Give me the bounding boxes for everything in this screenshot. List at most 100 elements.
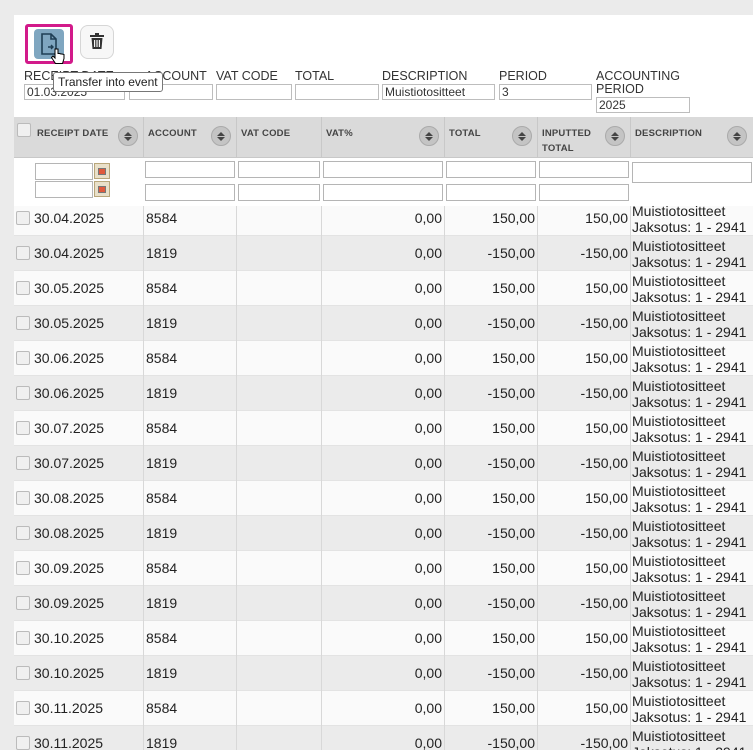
cell-vat: 0,00 — [322, 586, 445, 621]
sort-icon[interactable] — [118, 126, 138, 146]
delete-button[interactable] — [80, 25, 114, 59]
col-vat-pct[interactable]: VAT% — [322, 117, 445, 158]
date-from-filter[interactable] — [35, 163, 93, 180]
row-checkbox[interactable] — [16, 456, 30, 470]
row-checkbox[interactable] — [16, 526, 30, 540]
cell-vat: 0,00 — [322, 726, 445, 750]
table-row[interactable]: 30.06.2025 8584 0,00 150,00 150,00 Muistiotos… — [14, 341, 753, 376]
period-field[interactable]: 3 — [499, 84, 592, 100]
cell-vat-code — [237, 621, 322, 656]
col-receipt-date-label: RECEIPT DATE — [37, 128, 109, 139]
inputted-total-filter-from[interactable] — [539, 161, 629, 178]
sort-icon[interactable] — [512, 126, 532, 146]
description-line-1: Muistiotositteet — [632, 206, 726, 219]
description-line-2: Jaksotus: 1 - 2941 — [632, 709, 747, 725]
col-receipt-date[interactable]: RECEIPT DATE — [33, 117, 144, 158]
select-all-checkbox[interactable] — [17, 123, 31, 137]
description-line-1: Muistiotositteet — [632, 308, 726, 324]
vat-code-field[interactable] — [216, 84, 292, 100]
sort-icon[interactable] — [419, 126, 439, 146]
table-row[interactable]: 30.07.2025 1819 0,00 -150,00 -150,00 Muistiot… — [14, 446, 753, 481]
cell-vat-code — [237, 586, 322, 621]
col-total-label: TOTAL — [449, 128, 481, 139]
cell-total: 150,00 — [445, 621, 538, 656]
cell-total: -150,00 — [445, 586, 538, 621]
transfer-into-event-button[interactable] — [25, 24, 73, 64]
date-to-filter[interactable] — [35, 181, 93, 198]
cell-date: 30.11.2025 — [33, 726, 144, 750]
table-row[interactable]: 30.05.2025 1819 0,00 -150,00 -150,00 Muistiot… — [14, 306, 753, 341]
calendar-icon[interactable] — [94, 181, 110, 197]
cell-date: 30.07.2025 — [33, 446, 144, 481]
cell-inputted: 150,00 — [538, 411, 631, 446]
row-checkbox[interactable] — [16, 596, 30, 610]
row-checkbox[interactable] — [16, 421, 30, 435]
table-row[interactable]: 30.10.2025 8584 0,00 150,00 150,00 Muistiotos… — [14, 621, 753, 656]
cell-date: 30.05.2025 — [33, 271, 144, 306]
table-row[interactable]: 30.06.2025 1819 0,00 -150,00 -150,00 Muistiot… — [14, 376, 753, 411]
account-filter-to[interactable] — [145, 184, 235, 201]
total-filter-from[interactable] — [446, 161, 536, 178]
table-row[interactable]: 30.08.2025 8584 0,00 150,00 150,00 Muistiotos… — [14, 481, 753, 516]
row-checkbox[interactable] — [16, 351, 30, 365]
table-row[interactable]: 30.05.2025 8584 0,00 150,00 150,00 Muistiotos… — [14, 271, 753, 306]
cell-account: 1819 — [144, 306, 237, 341]
row-checkbox[interactable] — [16, 211, 30, 225]
description-line-2: Jaksotus: 1 - 2941 — [632, 464, 747, 480]
row-checkbox[interactable] — [16, 666, 30, 680]
sort-icon[interactable] — [605, 126, 625, 146]
inputted-total-filter-to[interactable] — [539, 184, 629, 201]
row-checkbox[interactable] — [16, 246, 30, 260]
table-row[interactable]: 30.11.2025 8584 0,00 150,00 150,00 Muistiotos… — [14, 691, 753, 726]
cell-vat: 0,00 — [322, 551, 445, 586]
col-total[interactable]: TOTAL — [445, 117, 538, 158]
description-label: DESCRIPTION — [382, 69, 468, 83]
cell-total: 150,00 — [445, 481, 538, 516]
table-row[interactable]: 30.04.2025 1819 0,00 -150,00 -150,00 Muistiot… — [14, 236, 753, 271]
row-checkbox[interactable] — [16, 736, 30, 750]
description-line-1: Muistiotositteet — [632, 728, 726, 744]
cell-description: MuistiotositteetJaksotus: 1 - 2941 — [632, 726, 753, 750]
row-checkbox[interactable] — [16, 386, 30, 400]
account-filter-from[interactable] — [145, 161, 235, 178]
row-checkbox[interactable] — [16, 316, 30, 330]
table-row[interactable]: 30.10.2025 1819 0,00 -150,00 -150,00 Muistiot… — [14, 656, 753, 691]
cell-vat-code — [237, 376, 322, 411]
table-row[interactable]: 30.04.2025 8584 0,00 150,00 150,00 Muistiotos… — [14, 206, 753, 236]
total-field[interactable] — [295, 84, 379, 100]
total-filter-to[interactable] — [446, 184, 536, 201]
cell-total: -150,00 — [445, 376, 538, 411]
cell-account: 1819 — [144, 586, 237, 621]
description-filter[interactable] — [632, 162, 752, 183]
cell-description: MuistiotositteetJaksotus: 1 - 2941 — [632, 586, 753, 621]
col-account[interactable]: ACCOUNT — [144, 117, 237, 158]
vat-pct-filter-from[interactable] — [323, 161, 443, 178]
sort-icon[interactable] — [211, 126, 231, 146]
vat-pct-filter-to[interactable] — [323, 184, 443, 201]
table-row[interactable]: 30.11.2025 1819 0,00 -150,00 -150,00 Muistiot… — [14, 726, 753, 750]
description-field[interactable]: Muistiotositteet — [382, 84, 495, 100]
description-line-2: Jaksotus: 1 - 2941 — [632, 394, 747, 410]
vat-code-filter-to[interactable] — [238, 184, 320, 201]
accounting-period-field[interactable]: 2025 — [596, 97, 690, 113]
col-vat-code[interactable]: VAT CODE — [237, 117, 322, 158]
row-checkbox[interactable] — [16, 631, 30, 645]
row-checkbox[interactable] — [16, 701, 30, 715]
row-checkbox[interactable] — [16, 561, 30, 575]
col-description[interactable]: DESCRIPTION — [631, 117, 753, 158]
transfer-tooltip: Transfer into event — [53, 72, 163, 92]
row-checkbox[interactable] — [16, 491, 30, 505]
table-row[interactable]: 30.08.2025 1819 0,00 -150,00 -150,00 Muistiot… — [14, 516, 753, 551]
calendar-icon[interactable] — [94, 163, 110, 179]
table-row[interactable]: 30.07.2025 8584 0,00 150,00 150,00 Muistiotos… — [14, 411, 753, 446]
vat-code-filter-from[interactable] — [238, 161, 320, 178]
cell-vat: 0,00 — [322, 446, 445, 481]
table-row[interactable]: 30.09.2025 1819 0,00 -150,00 -150,00 Muistiot… — [14, 586, 753, 621]
cell-vat-code — [237, 691, 322, 726]
table-row[interactable]: 30.09.2025 8584 0,00 150,00 150,00 Muistiotos… — [14, 551, 753, 586]
sort-icon[interactable] — [727, 126, 747, 146]
col-inputted-total[interactable]: INPUTTED TOTAL — [538, 117, 631, 158]
cell-account: 8584 — [144, 691, 237, 726]
row-checkbox[interactable] — [16, 281, 30, 295]
cell-date: 30.06.2025 — [33, 376, 144, 411]
